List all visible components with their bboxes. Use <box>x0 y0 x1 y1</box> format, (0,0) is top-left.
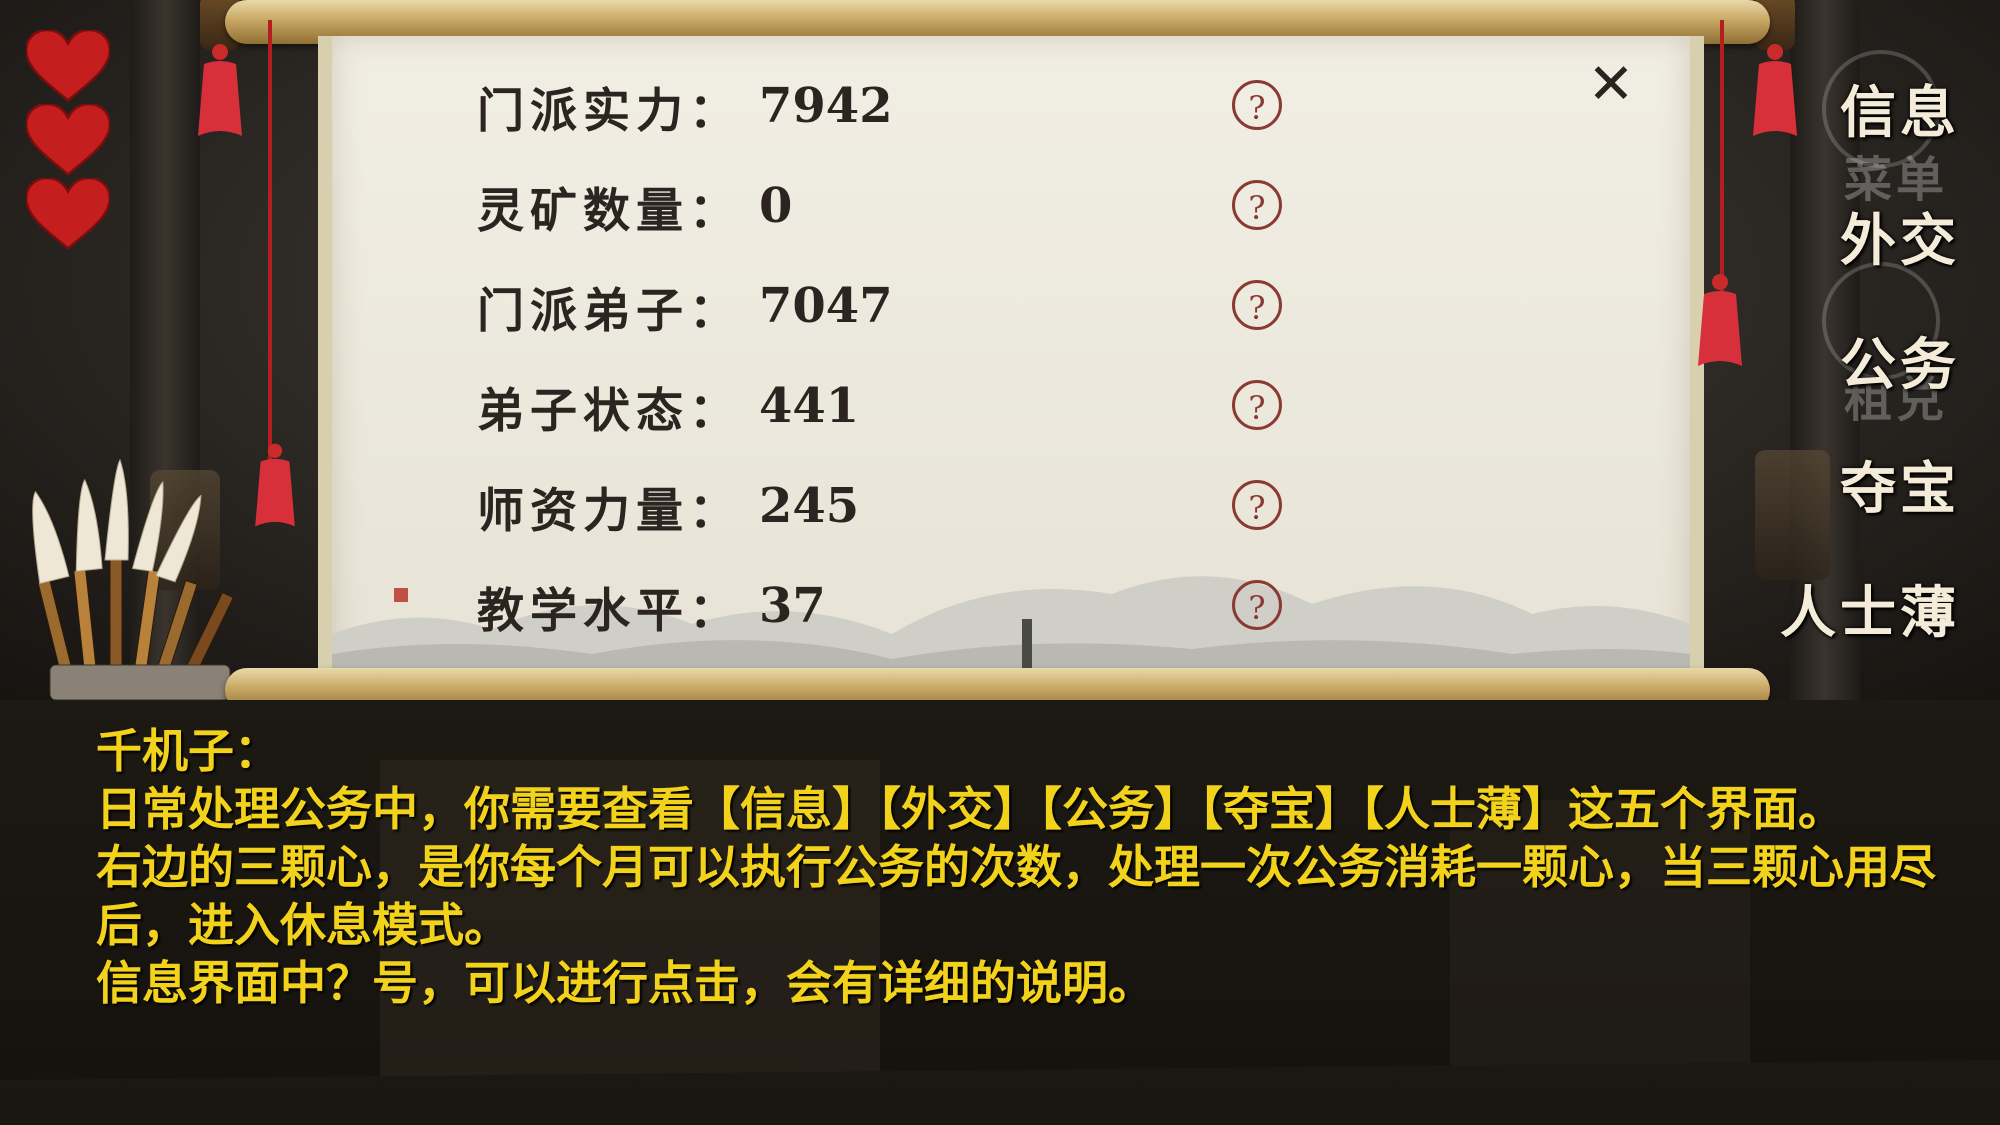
help-button[interactable]: ? <box>1232 380 1282 430</box>
menu-diplomacy[interactable]: 外交 <box>1840 196 1960 277</box>
dialogue-box[interactable]: 千机子： 日常处理公务中，你需要查看【信息】【外交】【公务】【夺宝】【人士薄】这… <box>0 700 2000 1125</box>
help-button[interactable]: ? <box>1232 280 1282 330</box>
tassel-cord <box>268 20 272 460</box>
dialogue-line: 日常处理公务中，你需要查看【信息】【外交】【公务】【夺宝】【人士薄】这五个界面。 <box>96 782 1844 836</box>
stat-label: 灵矿数量： <box>477 183 742 239</box>
heart-icon <box>26 178 110 250</box>
menu-info[interactable]: 信息 <box>1840 68 1960 149</box>
stat-label: 门派弟子： <box>477 283 742 339</box>
help-button[interactable]: ? <box>1232 480 1282 530</box>
stat-row-disciple-status: 弟子状态： 441 <box>477 371 1119 441</box>
menu-treasure[interactable]: 夺宝 <box>1840 444 1960 525</box>
dialogue-line: 信息界面中？号，可以进行点击，会有详细的说明。 <box>96 956 1154 1010</box>
stat-label: 教学水平： <box>477 583 742 639</box>
stat-label: 门派实力： <box>477 83 742 139</box>
menu-affairs[interactable]: 公务 <box>1840 320 1960 401</box>
stat-label: 师资力量： <box>477 483 742 539</box>
stat-row-spirit-ore: 灵矿数量： 0 <box>477 171 1119 241</box>
heart-icon <box>26 30 110 102</box>
close-button[interactable]: ✕ <box>1584 57 1638 113</box>
info-scroll-panel: 门派实力： 7942 ? 灵矿数量： 0 ? 门派弟子： 7047 ? 弟子状态… <box>318 36 1704 674</box>
dialogue-speaker: 千机子： <box>96 724 280 778</box>
dialogue-line: 右边的三颗心，是你每个月可以执行公务的次数，处理一次公务消耗一颗心，当三颗心用尽… <box>96 840 1936 952</box>
dialogue-text: 千机子： 日常处理公务中，你需要查看【信息】【外交】【公务】【夺宝】【人士薄】这… <box>96 722 1976 1012</box>
tassel-icon <box>255 443 295 527</box>
stat-value: 7047 <box>759 278 893 334</box>
stat-label: 弟子状态： <box>477 383 742 439</box>
stat-row-teaching-level: 教学水平： 37 <box>477 571 1119 641</box>
hearts-counter <box>26 30 110 252</box>
stat-row-teaching-staff: 师资力量： 245 <box>477 471 1119 541</box>
stat-value: 7942 <box>759 78 893 134</box>
help-button[interactable]: ? <box>1232 80 1282 130</box>
stat-value: 37 <box>759 578 826 634</box>
tassel-icon <box>1753 44 1797 136</box>
tassel-icon <box>198 44 242 136</box>
stat-row-disciples: 门派弟子： 7047 <box>477 271 1119 341</box>
tassel-icon <box>1698 274 1742 366</box>
stat-value: 245 <box>759 478 860 534</box>
lantern-icon <box>1755 450 1830 580</box>
stat-row-sect-strength: 门派实力： 7942 <box>477 71 1119 141</box>
help-button[interactable]: ? <box>1232 180 1282 230</box>
help-button[interactable]: ? <box>1232 580 1282 630</box>
stat-value: 0 <box>759 178 793 234</box>
stat-value: 441 <box>759 378 860 434</box>
menu-people-register[interactable]: 人士薄 <box>1780 568 1960 649</box>
red-seal-stamp <box>394 588 408 602</box>
heart-icon <box>26 104 110 176</box>
